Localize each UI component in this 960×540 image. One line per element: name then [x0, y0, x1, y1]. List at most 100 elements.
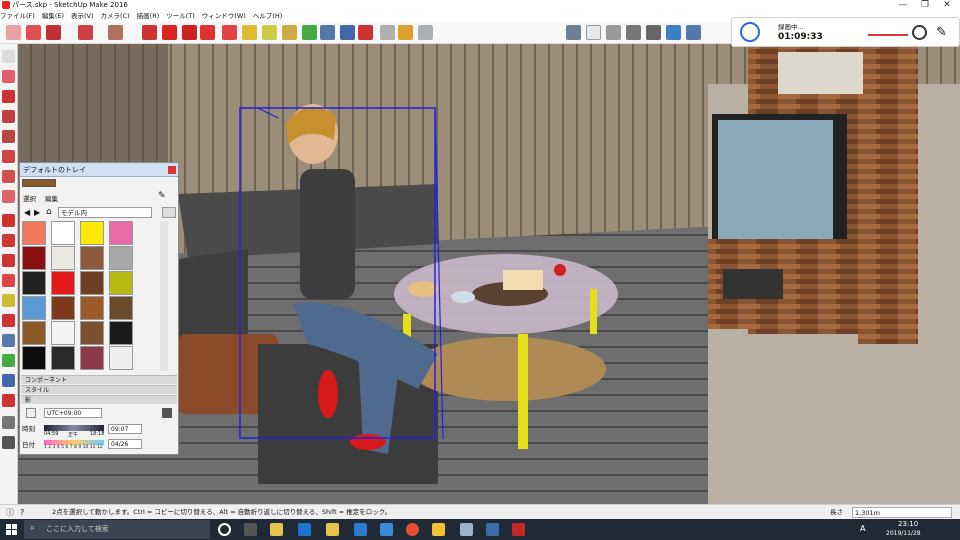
- select-tool-icon[interactable]: [6, 25, 21, 40]
- material-swatch[interactable]: [80, 246, 104, 270]
- monochrome-icon[interactable]: [666, 25, 681, 40]
- wireframe-icon[interactable]: [586, 25, 601, 40]
- orbit-icon[interactable]: [302, 25, 317, 40]
- swatch-scrollbar[interactable]: [160, 221, 168, 371]
- pause-icon[interactable]: [740, 22, 760, 42]
- zoom-side-icon[interactable]: [2, 374, 15, 387]
- zoom-icon[interactable]: [340, 25, 355, 40]
- chrome-icon[interactable]: [406, 523, 419, 536]
- maximize-button[interactable]: ❐: [918, 0, 932, 11]
- material-swatch[interactable]: [80, 271, 104, 295]
- app-icon[interactable]: [432, 523, 445, 536]
- rotate-icon[interactable]: [200, 25, 215, 40]
- pencil-tool-icon[interactable]: [46, 25, 61, 40]
- material-swatch[interactable]: [109, 346, 133, 370]
- menu-tools[interactable]: ツール(T): [166, 12, 195, 20]
- axes-icon[interactable]: [2, 334, 15, 347]
- material-swatch[interactable]: [51, 321, 75, 345]
- material-swatch[interactable]: [22, 296, 46, 320]
- offset-icon[interactable]: [162, 25, 177, 40]
- material-swatch[interactable]: [51, 296, 75, 320]
- warehouse-icon[interactable]: [380, 25, 395, 40]
- timezone-select[interactable]: UTC+09:00: [44, 408, 102, 418]
- zoom-extents-icon[interactable]: [358, 25, 373, 40]
- forward-icon[interactable]: ▶: [34, 208, 40, 217]
- component-icon[interactable]: [418, 25, 433, 40]
- store-icon[interactable]: [354, 523, 367, 536]
- material-swatch[interactable]: [80, 296, 104, 320]
- material-swatch[interactable]: [22, 346, 46, 370]
- edge-icon[interactable]: [298, 523, 311, 536]
- volume-slider[interactable]: [868, 34, 908, 36]
- pan-icon[interactable]: [320, 25, 335, 40]
- zoom-window-icon[interactable]: [2, 394, 15, 407]
- menu-view[interactable]: 表示(V): [71, 12, 94, 20]
- extension-icon[interactable]: [398, 25, 413, 40]
- help-icon[interactable]: ?: [20, 505, 24, 520]
- minimize-button[interactable]: —: [896, 0, 910, 11]
- push-pull-icon[interactable]: [142, 25, 157, 40]
- home-icon[interactable]: ⌂: [46, 207, 52, 217]
- current-material-swatch[interactable]: [22, 179, 56, 187]
- time-input[interactable]: 09:07: [108, 424, 142, 434]
- move-icon[interactable]: [182, 25, 197, 40]
- move-side-icon[interactable]: [2, 214, 15, 227]
- orbit-side-icon[interactable]: [2, 354, 15, 367]
- material-swatch[interactable]: [22, 321, 46, 345]
- material-swatch[interactable]: [51, 346, 75, 370]
- folder-icon[interactable]: [326, 523, 339, 536]
- followme-icon[interactable]: [2, 274, 15, 287]
- tab-edit[interactable]: 編集: [45, 193, 58, 203]
- back-icon[interactable]: ◀: [24, 208, 30, 217]
- app3-icon[interactable]: [486, 523, 499, 536]
- hidden-line-icon[interactable]: [606, 25, 621, 40]
- app2-icon[interactable]: [460, 523, 473, 536]
- freehand-icon[interactable]: [2, 110, 15, 123]
- webcam-icon[interactable]: [912, 25, 927, 40]
- menu-camera[interactable]: カメラ(C): [101, 12, 130, 20]
- eraser-tool-icon[interactable]: [26, 25, 41, 40]
- arc-icon[interactable]: [2, 190, 15, 203]
- measurements-box[interactable]: 1.301m: [852, 507, 952, 518]
- material-swatch[interactable]: [109, 271, 133, 295]
- tape-measure-icon[interactable]: [242, 25, 257, 40]
- eraser-icon[interactable]: [2, 70, 15, 83]
- arc-tool-icon[interactable]: [78, 25, 93, 40]
- section-styles[interactable]: スタイル: [21, 385, 177, 394]
- tape-side-icon[interactable]: [2, 294, 15, 307]
- rectangle-icon[interactable]: [2, 130, 15, 143]
- style-icon[interactable]: [686, 25, 701, 40]
- material-swatch[interactable]: [109, 221, 133, 245]
- material-collection-select[interactable]: モデル内: [58, 207, 152, 218]
- menu-edit[interactable]: 編集(E): [42, 12, 64, 20]
- footprints-icon[interactable]: [2, 436, 15, 449]
- shaded-texture-icon[interactable]: [646, 25, 661, 40]
- menu-window[interactable]: ウィンドウ(W): [202, 12, 246, 20]
- ime-indicator[interactable]: A: [860, 524, 865, 533]
- section-shadows[interactable]: 影: [21, 395, 177, 404]
- xray-icon[interactable]: [566, 25, 581, 40]
- sketchup-taskbar-icon[interactable]: [512, 523, 525, 536]
- material-swatch[interactable]: [22, 221, 46, 245]
- circle-icon[interactable]: [2, 150, 15, 163]
- details-icon[interactable]: [162, 207, 176, 218]
- task-view-icon[interactable]: [244, 523, 257, 536]
- close-button[interactable]: ✕: [940, 0, 954, 11]
- material-swatch[interactable]: [80, 346, 104, 370]
- menu-draw[interactable]: 描画(R): [137, 12, 160, 20]
- shadow-toggle-icon[interactable]: [26, 408, 36, 418]
- material-swatch[interactable]: [109, 296, 133, 320]
- material-swatch[interactable]: [80, 221, 104, 245]
- section-components[interactable]: コンポーネント: [21, 375, 177, 384]
- material-swatch[interactable]: [22, 246, 46, 270]
- walk-icon[interactable]: [2, 416, 15, 429]
- menu-file[interactable]: ファイル(F): [0, 12, 35, 20]
- tray-close-icon[interactable]: [168, 166, 176, 174]
- pushpull-side-icon[interactable]: [2, 234, 15, 247]
- select-arrow-icon[interactable]: [2, 50, 15, 63]
- shape-tool-icon[interactable]: [108, 25, 123, 40]
- mail-icon[interactable]: [380, 523, 393, 536]
- material-swatch[interactable]: [109, 246, 133, 270]
- eyedropper-icon[interactable]: ✎: [158, 191, 166, 201]
- material-swatch[interactable]: [51, 221, 75, 245]
